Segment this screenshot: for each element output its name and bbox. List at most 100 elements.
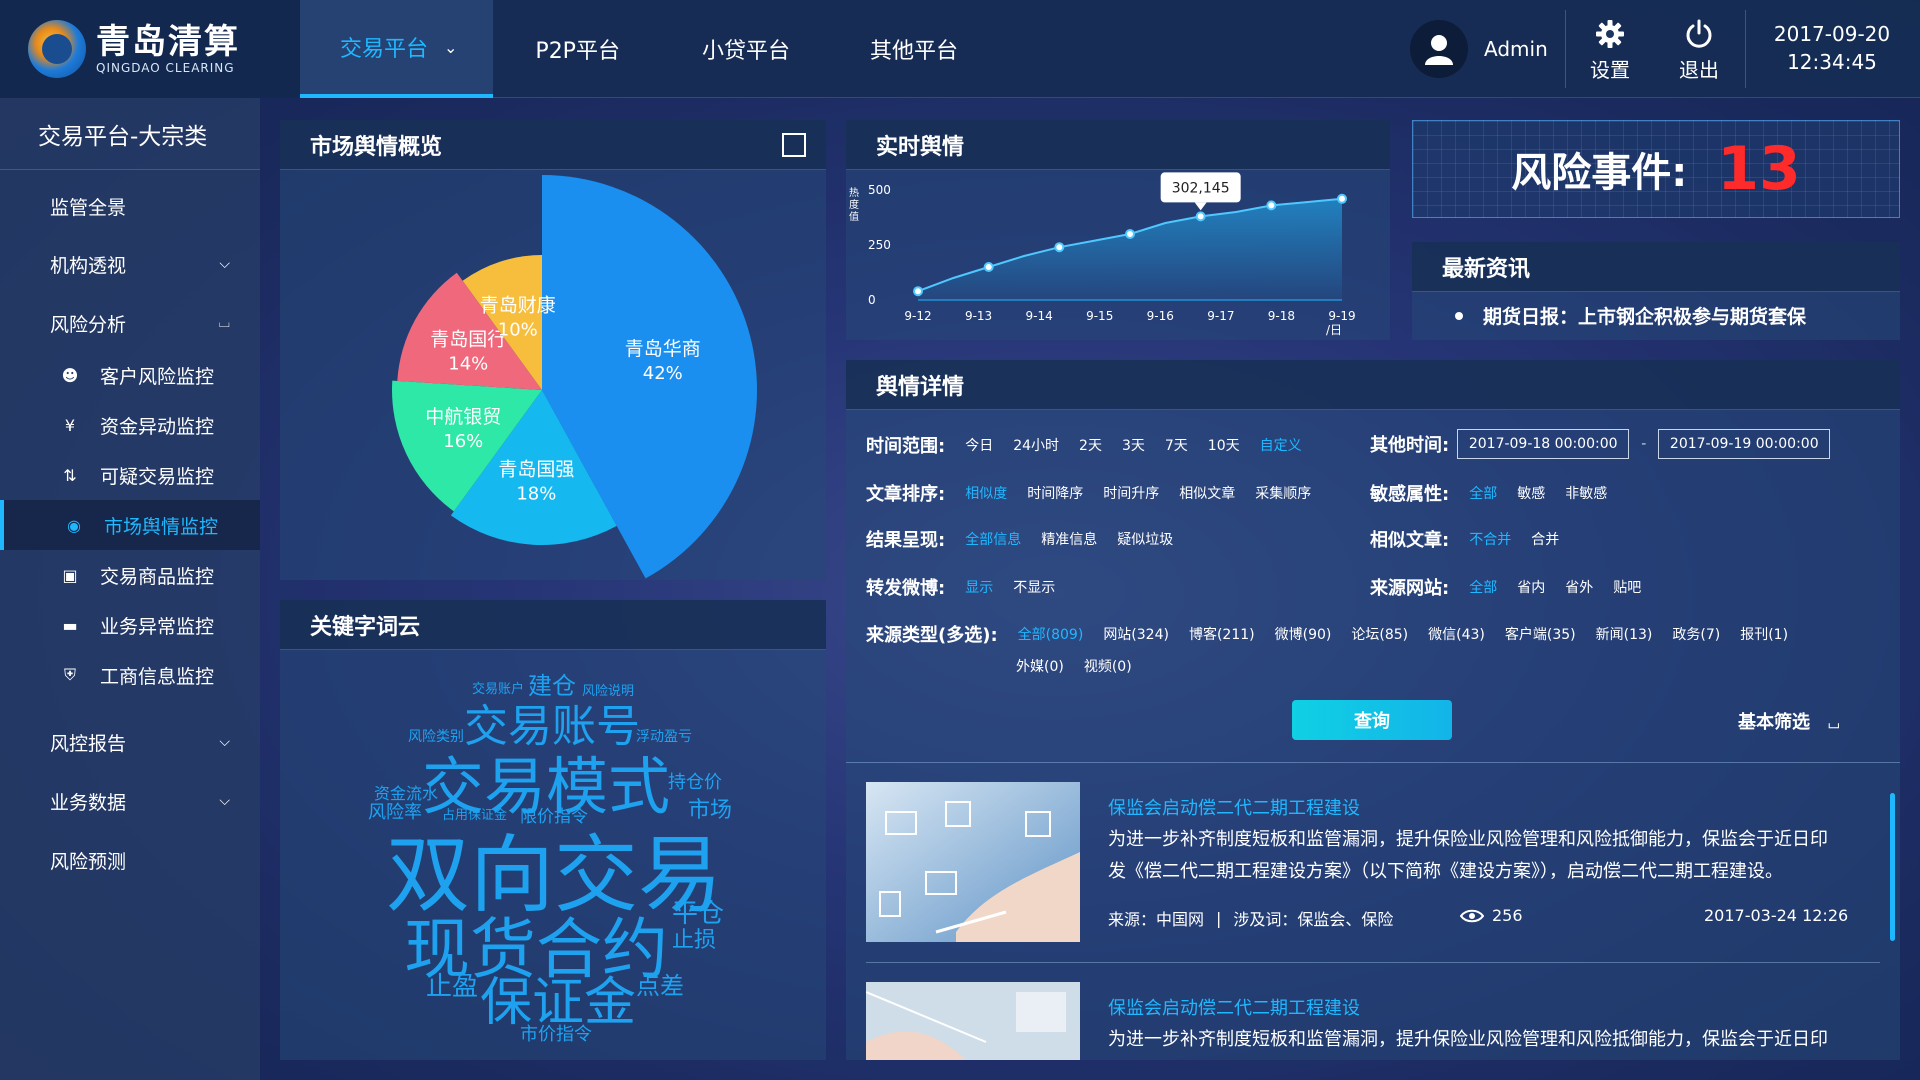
date-text: 2017-09-20 — [1773, 22, 1891, 46]
filter-option[interactable]: 3天 — [1122, 435, 1145, 455]
sidebar-item-risk-report[interactable]: 风控报告 ⌵ — [0, 718, 260, 766]
sidebar-title: 交易平台-大宗类 — [0, 98, 260, 170]
search-button[interactable]: 查询 — [1292, 700, 1452, 740]
filter-option[interactable]: 24小时 — [1013, 435, 1059, 455]
filter-label: 来源网站: — [1370, 578, 1450, 599]
filter-option[interactable]: 采集顺序 — [1255, 483, 1311, 503]
tab-other-platform[interactable]: 其他平台 — [830, 0, 998, 98]
divider — [1565, 10, 1566, 88]
pie-label: 青岛国行 — [430, 328, 506, 350]
avatar[interactable] — [1410, 20, 1468, 78]
news-item[interactable]: 期货日报：上市钢企积极参与期货套保 — [1455, 302, 1806, 329]
data-point[interactable] — [1054, 242, 1065, 253]
data-point[interactable] — [1125, 229, 1135, 239]
data-point[interactable] — [983, 262, 994, 272]
data-point[interactable] — [913, 286, 923, 297]
filter-option[interactable]: 政务(7) — [1672, 624, 1720, 644]
sidebar-item-commodity[interactable]: ▣ 交易商品监控 — [0, 550, 260, 600]
sidebar-item-business-data[interactable]: 业务数据 ⌵ — [0, 777, 260, 825]
pie-chart: 青岛华商 42% 青岛国强 18% 中航银贸 16% 青岛国行 14% 青岛财康 10% — [392, 175, 757, 579]
sidebar-item-risk-forecast[interactable]: 风险预测 — [0, 836, 260, 884]
filter-option[interactable]: 全部 — [1469, 577, 1497, 597]
filter-option[interactable]: 不显示 — [1013, 577, 1055, 597]
x-tick-label: 9-16 — [1147, 309, 1174, 323]
filter-option[interactable]: 全部(809) — [1018, 624, 1084, 644]
sidebar-item-fund-anomaly[interactable]: ¥ 资金异动监控 — [0, 400, 260, 450]
filter-option[interactable]: 全部信息 — [965, 529, 1021, 549]
sidebar-item-market-sentiment[interactable]: ◉ 市场舆情监控 — [0, 500, 260, 550]
scrollbar[interactable] — [1890, 793, 1895, 941]
filter-option[interactable]: 外媒(0) — [1016, 656, 1064, 676]
meta-separator: | — [1216, 908, 1222, 928]
start-time-input[interactable]: 2017-09-18 00:00:00 — [1457, 429, 1630, 459]
filter-option[interactable]: 报刊(1) — [1740, 624, 1788, 644]
divider — [1745, 10, 1746, 88]
filter-option[interactable]: 相似文章 — [1179, 483, 1235, 503]
sidebar-item-business-info[interactable]: ⛨ 工商信息监控 — [0, 650, 260, 700]
expand-icon[interactable] — [782, 133, 806, 157]
logo[interactable]: 青岛清算 QINGDAO CLEARING — [0, 0, 300, 98]
article-thumbnail[interactable] — [866, 982, 1080, 1060]
filter-option[interactable]: 10天 — [1208, 435, 1240, 455]
filter-option[interactable]: 显示 — [965, 577, 993, 597]
filter-option[interactable]: 7天 — [1165, 435, 1188, 455]
tab-p2p-platform[interactable]: P2P平台 — [493, 0, 662, 98]
shield-icon: ⛨ — [63, 665, 76, 684]
settings-button[interactable]: 设置 — [1580, 18, 1640, 83]
filter-option[interactable]: 今日 — [965, 435, 993, 455]
filter-option[interactable]: 微信(43) — [1428, 624, 1485, 644]
sidebar-item-suspicious-trade[interactable]: ⇅ 可疑交易监控 — [0, 450, 260, 500]
filter-source-site: 来源网站: 全部 省内 省外 贴吧 — [1370, 574, 1661, 600]
end-time-input[interactable]: 2017-09-19 00:00:00 — [1658, 429, 1831, 459]
filter-option[interactable]: 自定义 — [1260, 435, 1302, 455]
filter-option[interactable]: 不合并 — [1469, 529, 1511, 549]
tab-microloan-platform[interactable]: 小贷平台 — [662, 0, 830, 98]
article-title[interactable]: 保监会启动偿二代二期工程建设 — [1108, 794, 1360, 820]
filter-option[interactable]: 新闻(13) — [1596, 624, 1653, 644]
filter-option[interactable]: 客户端(35) — [1505, 624, 1576, 644]
panel-title: 实时舆情 — [876, 134, 965, 160]
filter-option[interactable]: 2天 — [1079, 435, 1102, 455]
logout-button[interactable]: 退出 — [1669, 18, 1729, 83]
filter-option[interactable]: 省内 — [1517, 577, 1545, 597]
risk-label: 风险事件: — [1511, 150, 1688, 196]
user-menu[interactable]: Admin — [1410, 0, 1548, 98]
data-point[interactable] — [1195, 211, 1206, 222]
data-point[interactable] — [1337, 193, 1347, 204]
filter-option[interactable]: 敏感 — [1517, 483, 1545, 503]
basic-filter-toggle[interactable]: 基本筛选 ⌴ — [1738, 708, 1839, 734]
top-bar: 青岛清算 QINGDAO CLEARING 交易平台 ⌄ P2P平台 小贷平台 … — [0, 0, 1920, 98]
sidebar-item-customer-risk[interactable]: ☻ 客户风险监控 — [0, 350, 260, 400]
tab-trading-platform[interactable]: 交易平台 ⌄ — [300, 0, 494, 98]
filter-option[interactable]: 非敏感 — [1565, 483, 1607, 503]
datetime: 2017-09-20 12:34:45 — [1752, 20, 1912, 76]
filter-option[interactable]: 贴吧 — [1613, 577, 1641, 597]
briefcase-icon: ▣ — [62, 565, 78, 585]
filter-option[interactable]: 微博(90) — [1275, 624, 1332, 644]
filter-option[interactable]: 合并 — [1531, 529, 1559, 549]
filter-option[interactable]: 时间降序 — [1027, 483, 1083, 503]
filter-option[interactable]: 时间升序 — [1103, 483, 1159, 503]
sidebar-item-institution[interactable]: 机构透视 ⌵ — [0, 240, 260, 288]
sidebar-item-business-anomaly[interactable]: ▬ 业务异常监控 — [0, 600, 260, 650]
filter-option[interactable]: 疑似垃圾 — [1117, 529, 1173, 549]
filter-option[interactable]: 省外 — [1565, 577, 1593, 597]
filter-option[interactable]: 博客(211) — [1189, 624, 1255, 644]
filter-option[interactable]: 全部 — [1469, 483, 1497, 503]
chevron-down-icon: ⌵ — [219, 734, 230, 750]
x-tick-label: 9-18 — [1268, 309, 1295, 323]
article-title[interactable]: 保监会启动偿二代二期工程建设 — [1108, 994, 1360, 1020]
sidebar-item-overview[interactable]: 监管全景 — [0, 182, 260, 230]
filter-sort: 文章排序: 相似度 时间降序 时间升序 相似文章 采集顺序 — [866, 480, 1331, 506]
panel-title: 市场舆情概览 — [310, 134, 443, 160]
sidebar-item-risk-analysis[interactable]: 风险分析 ⌴ — [0, 299, 260, 347]
filter-time-range: 时间范围: 今日 24小时 2天 3天 7天 10天 自定义 — [866, 432, 1322, 458]
filter-option[interactable]: 网站(324) — [1103, 624, 1169, 644]
filter-option[interactable]: 视频(0) — [1084, 656, 1132, 676]
filter-option[interactable]: 相似度 — [965, 483, 1007, 503]
article-thumbnail[interactable] — [866, 782, 1080, 942]
filter-option[interactable]: 论坛(85) — [1351, 624, 1408, 644]
filter-option[interactable]: 精准信息 — [1041, 529, 1097, 549]
data-point[interactable] — [1266, 200, 1277, 211]
panel-title: 舆情详情 — [876, 374, 965, 400]
